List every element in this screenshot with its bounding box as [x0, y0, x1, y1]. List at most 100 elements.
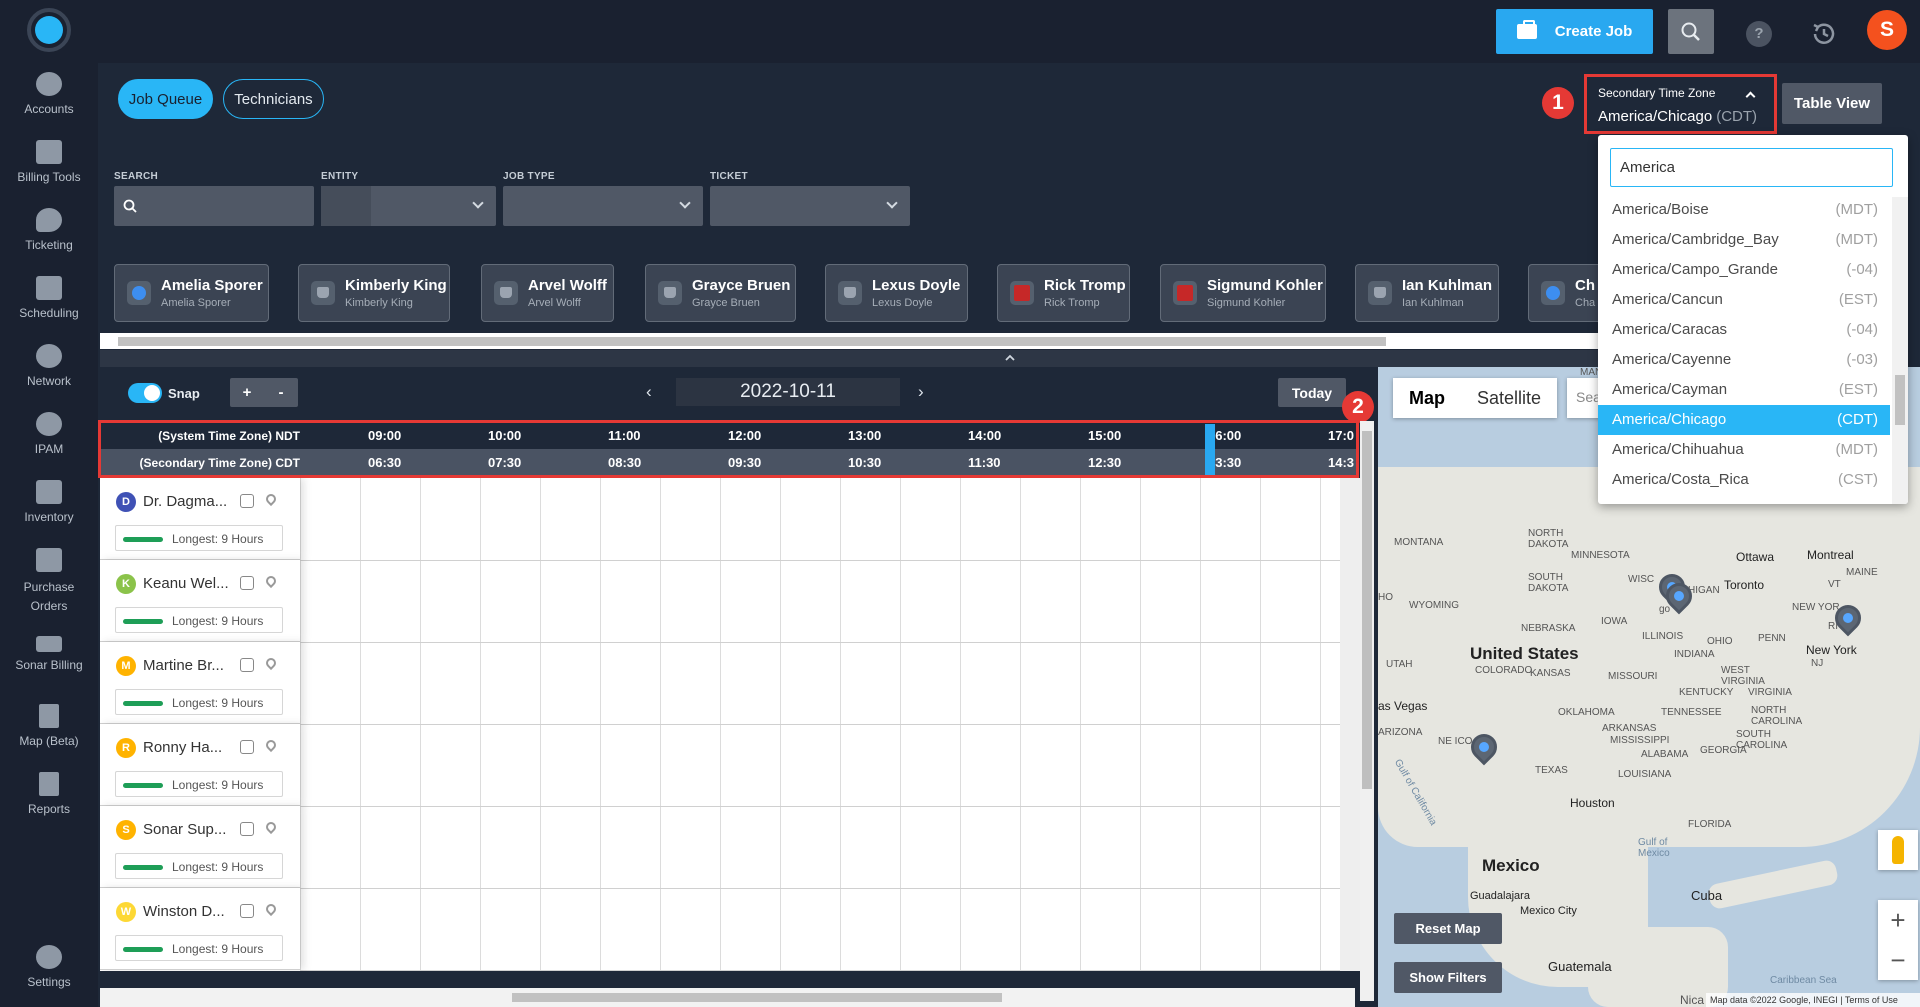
- location-pin-icon[interactable]: [263, 655, 279, 671]
- tech-card[interactable]: Amelia Sporer Amelia Sporer: [114, 264, 269, 322]
- today-button[interactable]: Today: [1278, 378, 1346, 407]
- history-icon[interactable]: [1809, 19, 1839, 49]
- sidebar-item-accounts[interactable]: Accounts: [0, 72, 98, 116]
- sidebar-item-ticketing[interactable]: Ticketing: [0, 208, 98, 252]
- location-pin-icon[interactable]: [263, 819, 279, 835]
- timezone-option[interactable]: America/Costa_Rica (CST): [1598, 465, 1890, 495]
- sidebar-item-settings[interactable]: Settings: [0, 945, 98, 989]
- tab-technicians[interactable]: Technicians: [223, 79, 324, 119]
- technician-row[interactable]: K Keanu Wel... Longest: 9 Hours: [100, 560, 300, 642]
- timeline-vertical-scrollbar[interactable]: [1360, 421, 1374, 1001]
- map-label: as Vegas: [1378, 699, 1428, 713]
- location-pin-icon[interactable]: [263, 491, 279, 507]
- timezone-option-selected[interactable]: America/Chicago (CDT): [1598, 405, 1890, 435]
- scrollbar-thumb[interactable]: [512, 993, 1002, 1002]
- sidebar-item-purchase-orders[interactable]: Purchase Orders: [0, 548, 98, 616]
- technician-checkbox[interactable]: [240, 904, 254, 918]
- job-type-select[interactable]: [503, 186, 703, 226]
- user-avatar[interactable]: S: [1867, 10, 1907, 50]
- scrollbar-thumb[interactable]: [118, 337, 1386, 346]
- tech-card[interactable]: Rick Tromp Rick Tromp: [997, 264, 1130, 322]
- location-pin-icon[interactable]: [263, 901, 279, 917]
- zoom-in-button[interactable]: +: [230, 378, 264, 407]
- map-label: TEXAS: [1535, 765, 1568, 776]
- entity-select[interactable]: [321, 186, 496, 226]
- technician-checkbox[interactable]: [240, 494, 254, 508]
- sidebar-item-billing-tools[interactable]: Billing Tools: [0, 140, 98, 184]
- sidebar-item-map[interactable]: Map (Beta): [0, 704, 98, 748]
- snap-toggle[interactable]: [128, 383, 162, 403]
- longest-job-indicator: Longest: 9 Hours: [115, 607, 283, 633]
- map-zoom-in-button[interactable]: +: [1878, 900, 1918, 940]
- sidebar-item-network[interactable]: Network: [0, 344, 98, 388]
- map-label: go: [1659, 604, 1671, 615]
- create-job-button[interactable]: Create Job: [1496, 9, 1653, 54]
- technician-row[interactable]: R Ronny Ha... Longest: 9 Hours: [100, 724, 300, 806]
- technician-row[interactable]: S Sonar Sup... Longest: 9 Hours: [100, 806, 300, 888]
- tech-card[interactable]: Kimberly King Kimberly King: [298, 264, 450, 322]
- timezone-option[interactable]: America/Cayenne (-03): [1598, 345, 1890, 375]
- sidebar-item-reports[interactable]: Reports: [0, 772, 98, 816]
- scrollbar-thumb[interactable]: [1895, 375, 1905, 425]
- help-icon[interactable]: ?: [1746, 21, 1772, 47]
- map-tab-map[interactable]: Map: [1393, 378, 1461, 418]
- sonar-logo[interactable]: [27, 8, 71, 52]
- sidebar-item-ipam[interactable]: IPAM: [0, 412, 98, 456]
- sidebar-item-inventory[interactable]: Inventory: [0, 480, 98, 524]
- technician-checkbox[interactable]: [240, 740, 254, 754]
- map-label: NORTH CAROLINA: [1751, 705, 1803, 727]
- technician-row[interactable]: W Winston D... Longest: 9 Hours: [100, 888, 300, 970]
- zoom-out-button[interactable]: -: [264, 378, 298, 407]
- technician-row[interactable]: M Martine Br... Longest: 9 Hours: [100, 642, 300, 724]
- reset-map-button[interactable]: Reset Map: [1394, 913, 1502, 944]
- previous-day-button[interactable]: ‹: [646, 382, 652, 402]
- map-label: NJ: [1811, 658, 1824, 669]
- timezone-search-input[interactable]: [1610, 148, 1893, 187]
- tech-card[interactable]: Ch Cha: [1528, 264, 1598, 322]
- next-day-button[interactable]: ›: [918, 382, 924, 402]
- technician-checkbox[interactable]: [240, 822, 254, 836]
- tech-card[interactable]: Arvel Wolff Arvel Wolff: [481, 264, 614, 322]
- timezone-option[interactable]: America/Cancun (EST): [1598, 285, 1890, 315]
- timezone-option[interactable]: America/Cambridge_Bay (MDT): [1598, 225, 1890, 255]
- tech-card[interactable]: Grayce Bruen Grayce Bruen: [645, 264, 796, 322]
- dropdown-scrollbar[interactable]: [1892, 197, 1908, 504]
- card-strip-scrollbar[interactable]: [100, 333, 1600, 349]
- grid-lines: [300, 478, 1340, 971]
- show-filters-button[interactable]: Show Filters: [1394, 962, 1502, 993]
- global-search-button[interactable]: [1668, 9, 1714, 54]
- timezone-option[interactable]: America/Chihuahua (MDT): [1598, 435, 1890, 465]
- map-label: UTAH: [1386, 659, 1413, 670]
- timezone-option[interactable]: America/Caracas (-04): [1598, 315, 1890, 345]
- timezone-option[interactable]: America/Boise (MDT): [1598, 195, 1890, 225]
- search-input[interactable]: [114, 186, 314, 226]
- technician-checkbox[interactable]: [240, 658, 254, 672]
- schedule-grid[interactable]: D Dr. Dagma... Longest: 9 Hours K Keanu …: [100, 478, 1360, 971]
- ticket-select[interactable]: [710, 186, 910, 226]
- location-pin-icon[interactable]: [263, 573, 279, 589]
- tech-card[interactable]: Sigmund Kohler Sigmund Kohler: [1160, 264, 1326, 322]
- date-display[interactable]: 2022-10-11: [676, 378, 900, 406]
- tech-card[interactable]: Lexus Doyle Lexus Doyle: [825, 264, 968, 322]
- location-pin-icon[interactable]: [263, 737, 279, 753]
- tech-card[interactable]: Ian Kuhlman Ian Kuhlman: [1355, 264, 1499, 322]
- entity-label: ENTITY: [321, 171, 359, 182]
- sidebar-item-sonar-billing[interactable]: Sonar Billing: [0, 636, 98, 672]
- street-view-pegman-icon[interactable]: [1878, 830, 1918, 870]
- technician-checkbox[interactable]: [240, 576, 254, 590]
- secondary-timezone-select[interactable]: Secondary Time Zone America/Chicago (CDT): [1584, 74, 1777, 134]
- map-label: VT: [1828, 579, 1841, 590]
- timezone-option[interactable]: America/Campo_Grande (-04): [1598, 255, 1890, 285]
- entity-select-prefix: [321, 186, 371, 226]
- timezone-option[interactable]: America/Cayman (EST): [1598, 375, 1890, 405]
- tab-job-queue[interactable]: Job Queue: [118, 79, 213, 119]
- collapse-panel-bar[interactable]: [100, 350, 1600, 367]
- map-search-input[interactable]: Sea: [1567, 378, 1601, 418]
- sidebar-item-scheduling[interactable]: Scheduling: [0, 276, 98, 320]
- map-tab-satellite[interactable]: Satellite: [1461, 378, 1558, 418]
- scrollbar-thumb[interactable]: [1362, 431, 1372, 789]
- timeline-horizontal-scrollbar[interactable]: [100, 988, 1355, 1007]
- map-zoom-out-button[interactable]: −: [1878, 940, 1918, 980]
- table-view-button[interactable]: Table View: [1782, 83, 1882, 124]
- technician-row[interactable]: D Dr. Dagma... Longest: 9 Hours: [100, 478, 300, 560]
